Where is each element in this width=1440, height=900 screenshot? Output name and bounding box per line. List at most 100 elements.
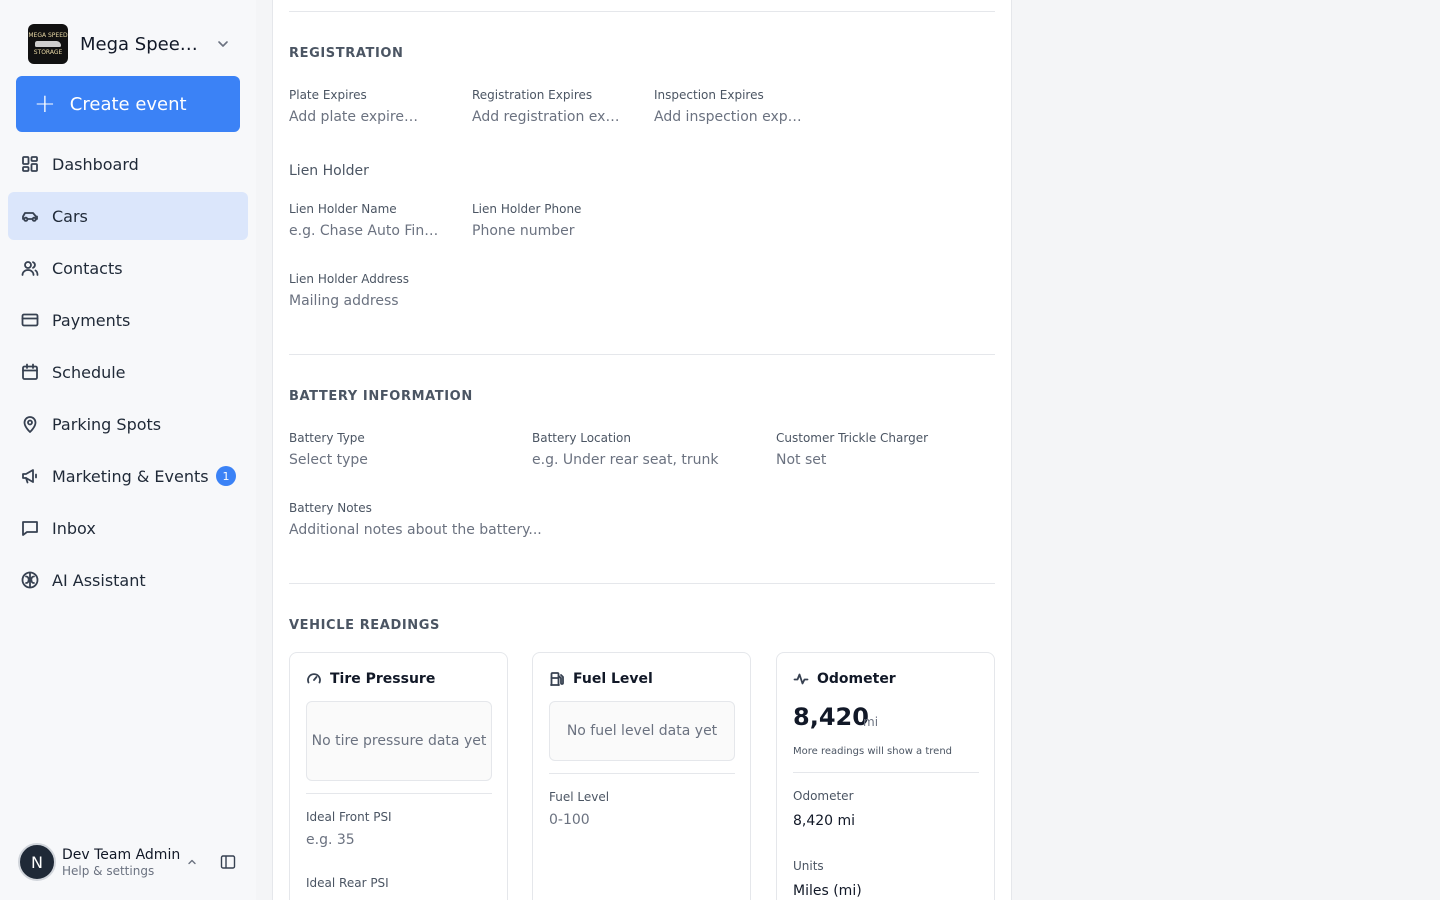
fuel-level-title: Fuel Level bbox=[573, 671, 653, 687]
sidebar-item-label: Inbox bbox=[52, 518, 96, 538]
lien-holder-name-input[interactable]: e.g. Chase Auto Finance bbox=[289, 223, 439, 239]
battery-notes-input[interactable]: Additional notes about the battery... bbox=[289, 522, 689, 538]
sidebar-item-contacts[interactable]: Contacts bbox=[8, 244, 248, 292]
fuel-pump-icon bbox=[550, 672, 564, 686]
org-logo-sub: STORAGE bbox=[33, 49, 63, 56]
tire-pressure-header: Tire Pressure bbox=[306, 671, 435, 687]
plate-expires-input[interactable]: Add plate expires... bbox=[289, 109, 419, 125]
tire-pressure-empty: No tire pressure data yet bbox=[306, 701, 492, 781]
sidebar-item-dashboard[interactable]: Dashboard bbox=[8, 140, 248, 188]
ideal-rear-psi-label: Ideal Rear PSI bbox=[306, 876, 389, 890]
battery-title: BATTERY INFORMATION bbox=[289, 389, 473, 404]
org-logo-text: MEGA SPEED bbox=[28, 32, 68, 39]
calendar-icon bbox=[20, 362, 40, 382]
gauge-icon bbox=[307, 673, 321, 684]
sidebar-item-label: Contacts bbox=[52, 258, 123, 278]
chevron-up-icon bbox=[188, 859, 196, 865]
odometer-value: 8,420 bbox=[793, 703, 869, 731]
fuel-level-input[interactable]: 0-100 bbox=[549, 812, 590, 828]
odometer-unit: mi bbox=[863, 715, 879, 729]
plus-icon: + bbox=[34, 89, 56, 119]
lien-holder-phone-label: Lien Holder Phone bbox=[472, 202, 582, 216]
plate-expires-label: Plate Expires bbox=[289, 88, 367, 102]
org-switcher[interactable]: MEGA SPEED STORAGE Mega Speed Storage bbox=[28, 24, 240, 64]
lien-holder-address-input[interactable]: Mailing address bbox=[289, 293, 589, 309]
battery-location-label: Battery Location bbox=[532, 431, 631, 445]
section-divider bbox=[289, 11, 995, 12]
battery-type-select[interactable]: Select type bbox=[289, 452, 489, 468]
car-icon bbox=[20, 206, 40, 226]
sidebar-item-label: Schedule bbox=[52, 362, 126, 382]
lien-holder-heading: Lien Holder bbox=[289, 163, 369, 179]
sidebar-item-label: AI Assistant bbox=[52, 570, 146, 590]
registration-expires-input[interactable]: Add registration expires... bbox=[472, 109, 622, 125]
sidebar-item-label: Dashboard bbox=[52, 154, 139, 174]
sidebar-item-label: Payments bbox=[52, 310, 131, 330]
tire-pressure-card: Tire Pressure No tire pressure data yet … bbox=[289, 652, 508, 900]
trickle-charger-label: Customer Trickle Charger bbox=[776, 431, 929, 445]
sidebar-item-payments[interactable]: Payments bbox=[8, 296, 248, 344]
users-icon bbox=[20, 258, 40, 278]
units-select[interactable]: Miles (mi) bbox=[793, 883, 862, 899]
inspection-expires-label: Inspection Expires bbox=[654, 88, 764, 102]
battery-notes-label: Battery Notes bbox=[289, 501, 372, 515]
user-text: Dev Team Admin Help & settings bbox=[62, 847, 180, 878]
sidebar-nav: Dashboard Cars Contacts Payments Schedul… bbox=[8, 140, 248, 608]
notification-badge: 1 bbox=[216, 466, 236, 486]
registration-title: REGISTRATION bbox=[289, 46, 404, 61]
user-menu[interactable]: N Dev Team Admin Help & settings bbox=[18, 842, 248, 882]
vehicle-readings-title: VEHICLE READINGS bbox=[289, 618, 440, 633]
credit-card-icon bbox=[20, 310, 40, 330]
org-name: Mega Speed Storage bbox=[80, 33, 205, 55]
ideal-front-psi-input[interactable]: e.g. 35 bbox=[306, 832, 355, 848]
org-logo: MEGA SPEED STORAGE bbox=[28, 24, 68, 64]
chevron-down-icon bbox=[218, 41, 228, 47]
user-name: Dev Team Admin bbox=[62, 846, 181, 863]
sidebar-item-parking-spots[interactable]: Parking Spots bbox=[8, 400, 248, 448]
trickle-charger-select[interactable]: Not set bbox=[776, 452, 976, 468]
card-divider bbox=[549, 773, 735, 774]
odometer-trend-note: More readings will show a trend bbox=[793, 746, 953, 757]
odometer-title: Odometer bbox=[817, 671, 896, 687]
sidebar-item-marketing-events[interactable]: Marketing & Events 1 bbox=[8, 452, 248, 500]
fuel-level-header: Fuel Level bbox=[549, 671, 653, 687]
message-icon bbox=[20, 518, 40, 538]
card-divider bbox=[793, 772, 979, 773]
sidebar-item-label: Parking Spots bbox=[52, 414, 162, 434]
sidebar-item-schedule[interactable]: Schedule bbox=[8, 348, 248, 396]
lien-holder-address-label: Lien Holder Address bbox=[289, 272, 410, 286]
megaphone-icon bbox=[20, 466, 40, 486]
inspection-expires-input[interactable]: Add inspection expires... bbox=[654, 109, 804, 125]
units-label: Units bbox=[793, 859, 824, 873]
ideal-front-psi-label: Ideal Front PSI bbox=[306, 810, 392, 824]
card-divider bbox=[306, 793, 492, 794]
logo-car-shape bbox=[35, 41, 61, 47]
user-subtitle: Help & settings bbox=[62, 863, 155, 878]
sidebar-item-cars[interactable]: Cars bbox=[8, 192, 248, 240]
odometer-label: Odometer bbox=[793, 789, 854, 803]
create-event-label: Create event bbox=[69, 93, 187, 115]
battery-location-input[interactable]: e.g. Under rear seat, trunk bbox=[532, 452, 752, 468]
section-divider bbox=[289, 583, 995, 584]
brain-icon bbox=[20, 570, 40, 590]
sidebar-item-label: Marketing & Events bbox=[52, 466, 209, 486]
sidebar-item-inbox[interactable]: Inbox bbox=[8, 504, 248, 552]
odometer-card: Odometer 8,420 mi More readings will sho… bbox=[776, 652, 995, 900]
map-pin-icon bbox=[20, 414, 40, 434]
registration-expires-label: Registration Expires bbox=[472, 88, 593, 102]
lien-holder-phone-input[interactable]: Phone number bbox=[472, 223, 622, 239]
battery-type-label: Battery Type bbox=[289, 431, 365, 445]
fuel-level-empty: No fuel level data yet bbox=[549, 701, 735, 761]
sidebar-item-ai-assistant[interactable]: AI Assistant bbox=[8, 556, 248, 604]
sidebar-toggle-icon[interactable] bbox=[220, 854, 236, 870]
sidebar-item-label: Cars bbox=[52, 206, 88, 226]
fuel-level-label: Fuel Level bbox=[549, 790, 610, 804]
fuel-level-card: Fuel Level No fuel level data yet Fuel L… bbox=[532, 652, 751, 900]
create-event-button[interactable]: + Create event bbox=[16, 76, 240, 132]
odometer-input[interactable]: 8,420 mi bbox=[793, 813, 855, 829]
odometer-header: Odometer bbox=[793, 671, 896, 687]
dashboard-icon bbox=[20, 154, 40, 174]
sidebar: MEGA SPEED STORAGE Mega Speed Storage + … bbox=[0, 0, 256, 900]
avatar: N bbox=[18, 843, 56, 881]
section-divider bbox=[289, 354, 995, 355]
